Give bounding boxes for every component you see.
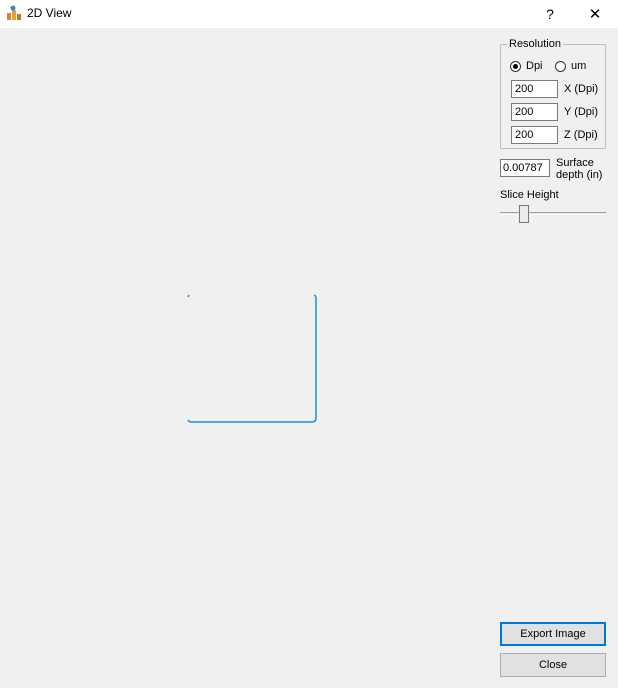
radio-dpi-indicator[interactable] (510, 60, 521, 72)
help-button[interactable]: ? (527, 0, 573, 28)
radio-um-indicator[interactable] (555, 60, 566, 72)
radio-dpi[interactable]: Dpi (510, 60, 543, 72)
y-dpi-label: Y (Dpi) (564, 106, 599, 118)
z-dpi-label: Z (Dpi) (564, 129, 598, 141)
y-dpi-input[interactable] (511, 103, 558, 121)
radio-dpi-label: Dpi (526, 60, 543, 72)
surface-depth-input[interactable] (500, 159, 550, 177)
z-dpi-input[interactable] (511, 126, 558, 144)
slice-outline (187, 294, 317, 423)
slice-height-label: Slice Height (500, 189, 559, 201)
surface-depth-label-line1: Surface (556, 157, 594, 169)
x-dpi-label: X (Dpi) (564, 83, 599, 95)
app-icon (6, 5, 22, 21)
surface-depth-label: Surface depth (in) (556, 157, 602, 181)
surface-depth-label-line2: depth (in) (556, 169, 603, 181)
radio-um[interactable]: um (555, 60, 586, 72)
title-bar: 2D View ? ✕ (0, 0, 618, 28)
radio-um-label: um (571, 60, 587, 72)
window-close-button[interactable]: ✕ (572, 0, 618, 28)
slice-height-slider-track[interactable] (500, 212, 606, 215)
x-dpi-input[interactable] (511, 80, 558, 98)
slice-outline-canvas (187, 294, 317, 423)
window-title: 2D View (27, 6, 72, 20)
close-button[interactable]: Close (500, 653, 606, 677)
resolution-group: Resolution Dpi um X (Dpi) Y (Dpi) Z (Dpi… (500, 38, 606, 149)
resolution-legend: Resolution (507, 38, 563, 50)
export-image-button[interactable]: Export Image (500, 622, 606, 646)
slice-height-slider-thumb[interactable] (519, 205, 530, 223)
slice-viewport[interactable] (0, 28, 495, 688)
